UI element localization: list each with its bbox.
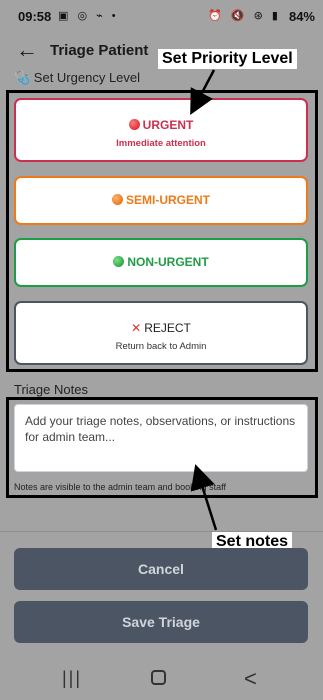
cancel-button[interactable]: Cancel — [14, 548, 308, 590]
non-urgent-title: NON-URGENT — [16, 255, 306, 269]
reject-button[interactable]: ✕ REJECT Return back to Admin — [14, 301, 308, 365]
red-x-icon: ✕ — [131, 321, 142, 335]
orange-circle-icon — [112, 194, 123, 205]
footer-divider — [0, 531, 323, 532]
green-circle-icon — [113, 256, 125, 267]
reject-label: REJECT — [144, 321, 191, 335]
urgent-label: URGENT — [142, 118, 194, 132]
priority-callout: Set Priority Level — [158, 49, 297, 69]
triage-notes-label: Triage Notes — [14, 382, 88, 397]
non-urgent-button[interactable]: NON-URGENT — [14, 238, 308, 287]
red-circle-icon — [128, 119, 140, 130]
notification-icons: ▣ ◎ ⌁ • — [58, 10, 119, 22]
urgent-button[interactable]: URGENT Immediate attention — [14, 98, 308, 162]
semi-urgent-title: SEMI-URGENT — [16, 193, 306, 207]
semi-urgent-button[interactable]: SEMI-URGENT — [14, 176, 308, 225]
status-bar: 09:58 ▣ ◎ ⌁ • ⏰ 🔇 ⊛ ▮ 84% — [0, 0, 323, 32]
save-triage-button[interactable]: Save Triage — [14, 601, 308, 643]
status-time: 09:58 — [18, 9, 52, 24]
semi-urgent-label: SEMI-URGENT — [126, 193, 210, 207]
notes-visibility-hint: Notes are visible to the admin team and … — [14, 482, 226, 492]
reject-subtitle: Return back to Admin — [115, 341, 207, 352]
urgent-subtitle: Immediate attention — [116, 138, 206, 149]
home-icon[interactable] — [151, 670, 166, 685]
reject-title: ✕ REJECT — [16, 321, 306, 335]
system-nav-bar: ||| < — [0, 660, 323, 700]
recent-apps-icon[interactable]: ||| — [62, 668, 82, 689]
urgency-section-label: 🩺 Set Urgency Level — [14, 70, 141, 85]
back-arrow-icon[interactable]: ← — [16, 39, 38, 61]
non-urgent-label: NON-URGENT — [127, 255, 209, 269]
nav-back-icon[interactable]: < — [244, 666, 257, 692]
urgent-title: URGENT — [16, 118, 306, 132]
system-status-icons: ⏰ 🔇 ⊛ ▮ — [208, 10, 281, 22]
triage-notes-input[interactable] — [14, 404, 308, 472]
battery-level: 84% — [288, 9, 315, 24]
page-title: Triage Patient — [50, 42, 149, 59]
